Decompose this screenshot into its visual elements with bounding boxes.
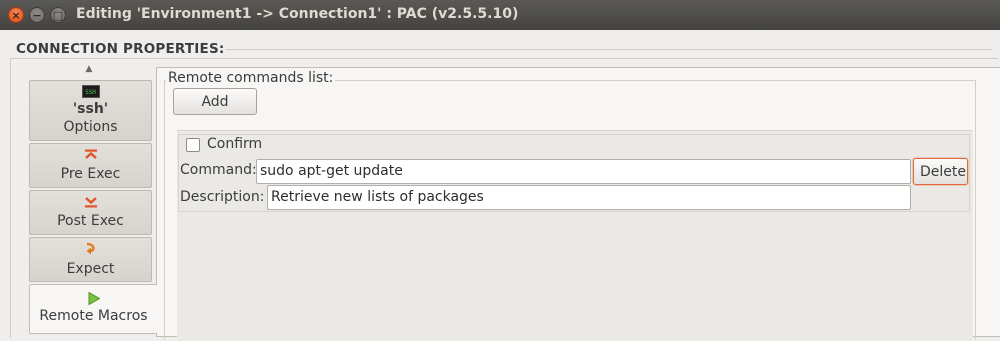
sidebar-item-label: Options: [63, 119, 118, 135]
sidebar-item-label: Expect: [66, 261, 115, 277]
sidebar-item-pre-exec[interactable]: Pre Exec: [29, 143, 152, 188]
maximize-window-button[interactable]: □: [50, 7, 66, 23]
command-label: Command:: [180, 162, 257, 178]
add-command-button[interactable]: Add: [173, 88, 257, 115]
sidebar-item-remote-macros[interactable]: Remote Macros: [29, 284, 157, 334]
sidebar-item-expect[interactable]: Expect: [29, 237, 152, 282]
confirm-checkbox[interactable]: [186, 138, 200, 152]
pre-exec-icon: [84, 149, 97, 159]
sidebar-item-label: Remote Macros: [39, 308, 148, 324]
expect-icon: [86, 242, 95, 255]
window-title: Editing 'Environment1 -> Connection1' : …: [76, 6, 519, 22]
window-titlebar: × − □ Editing 'Environment1 -> Connectio…: [0, 0, 1000, 30]
command-field[interactable]: sudo apt-get update: [256, 159, 911, 184]
sidebar-scroll-up-icon[interactable]: ▲: [82, 64, 96, 76]
sidebar-item-post-exec[interactable]: Post Exec: [29, 190, 152, 235]
ssh-terminal-icon: SSH: [81, 85, 100, 98]
sidebar-item-label: Post Exec: [57, 213, 124, 229]
confirm-label[interactable]: Confirm: [207, 136, 262, 152]
description-label: Description:: [180, 189, 265, 205]
description-field[interactable]: Retrieve new lists of packages: [267, 185, 911, 210]
post-exec-icon: [84, 197, 97, 208]
section-title: CONNECTION PROPERTIES:: [16, 41, 225, 57]
sidebar-item-options[interactable]: SSH 'ssh' Options: [29, 80, 152, 141]
close-window-button[interactable]: ×: [8, 7, 24, 23]
section-divider: [226, 49, 992, 50]
sidebar-item-label: Pre Exec: [60, 166, 121, 182]
sidebar-item-protocol-label: 'ssh': [72, 101, 109, 117]
minimize-window-button[interactable]: −: [29, 7, 45, 23]
remote-commands-label: Remote commands list:: [166, 70, 336, 86]
play-icon: [88, 292, 100, 305]
delete-command-button[interactable]: Delete: [913, 158, 968, 185]
